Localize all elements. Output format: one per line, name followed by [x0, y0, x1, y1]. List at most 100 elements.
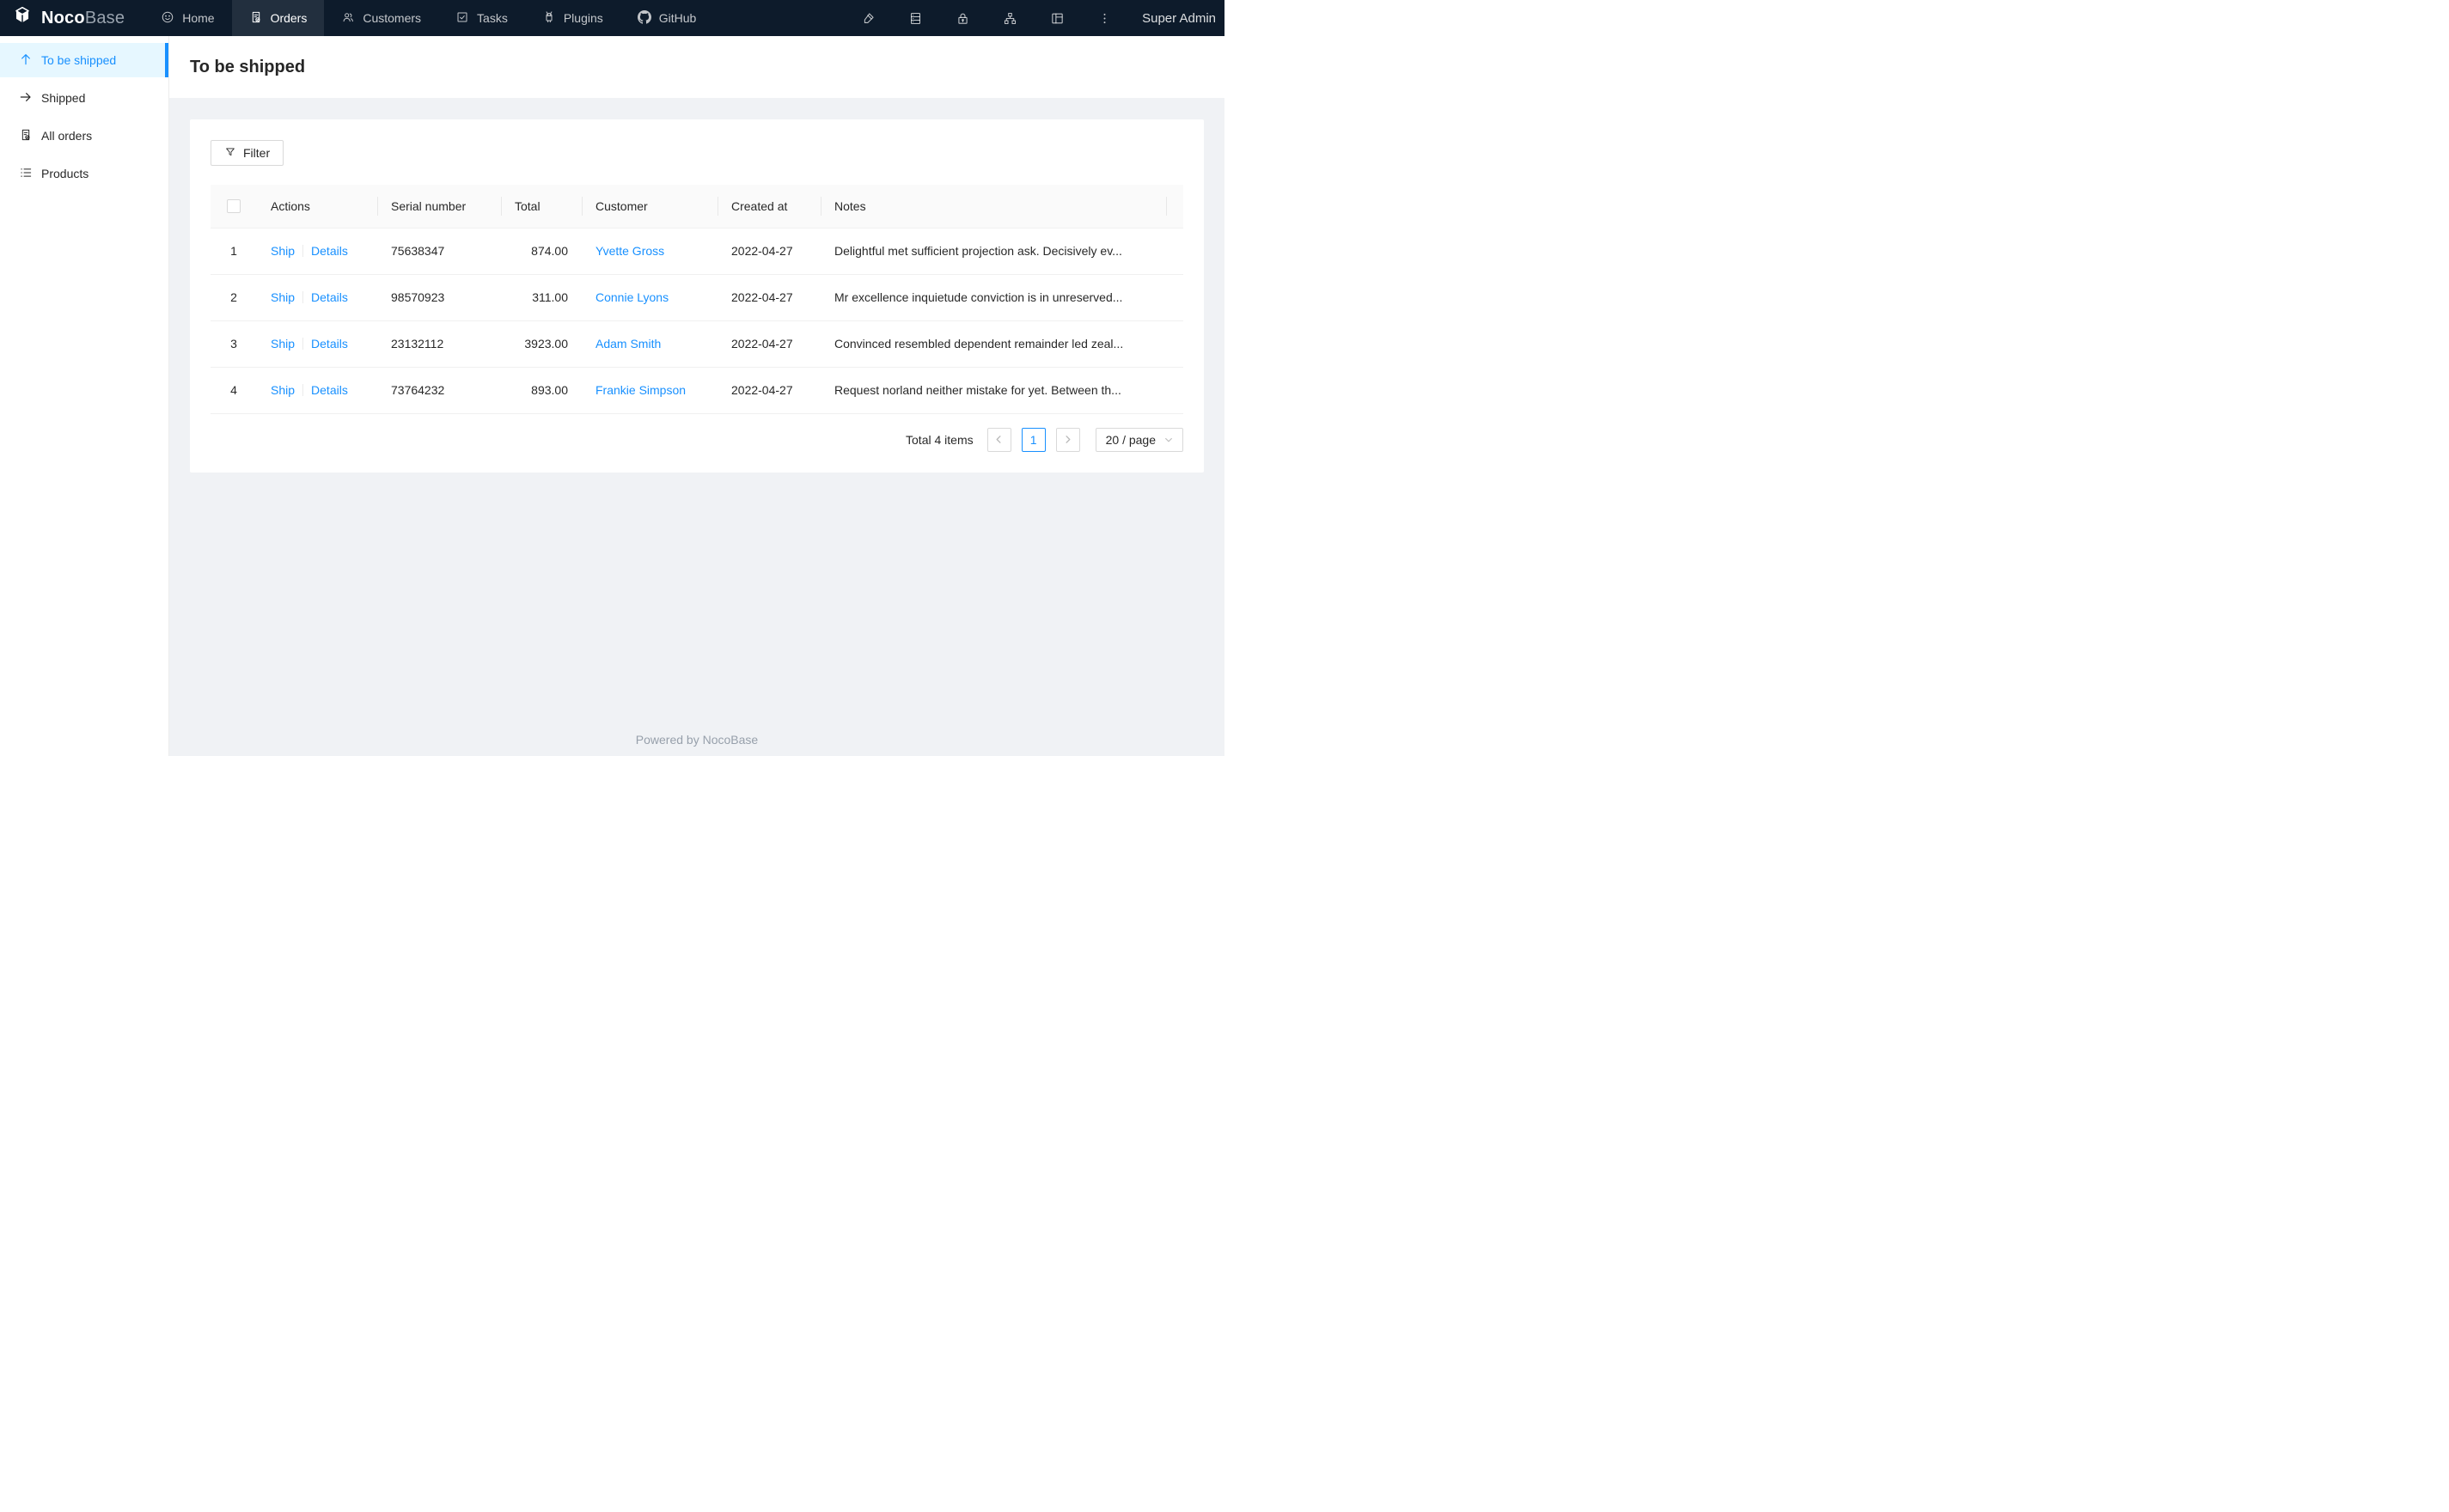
chevron-right-icon	[1063, 433, 1072, 447]
arrow-up-icon	[19, 52, 33, 69]
details-link[interactable]: Details	[311, 383, 348, 397]
column-header-notes: Notes	[821, 185, 1166, 229]
filter-button[interactable]: Filter	[211, 140, 284, 166]
action-divider	[302, 384, 304, 396]
column-header-created-at: Created at	[718, 185, 821, 229]
nav-item-label: Customers	[363, 11, 422, 25]
details-link[interactable]: Details	[311, 290, 348, 304]
sidebar-item-label: Products	[41, 167, 89, 180]
sidebar-item-shipped[interactable]: Shipped	[0, 81, 168, 115]
tab-customers[interactable]: Customers	[324, 0, 438, 36]
sidebar: To be shipped Shipped All orders Product…	[0, 36, 169, 756]
check-square-icon	[455, 10, 469, 27]
serial-number-cell: 23132112	[377, 320, 501, 368]
file-done-icon	[249, 10, 263, 27]
orders-table: Actions Serial number Total Customer Cre…	[211, 185, 1183, 414]
top-navbar: NocoBase Home Orders Customers Tasks Plu…	[0, 0, 1224, 36]
row-index: 2	[211, 274, 257, 321]
sidebar-item-all-orders[interactable]: All orders	[0, 119, 168, 153]
github-icon	[637, 9, 651, 27]
row-index: 4	[211, 367, 257, 414]
row-index: 3	[211, 320, 257, 368]
customer-link[interactable]: Frankie Simpson	[595, 383, 686, 397]
main-area: To be shipped Shipped All orders Product…	[0, 36, 1224, 756]
user-menu[interactable]: Super Admin	[1128, 0, 1224, 36]
serial-number-cell: 98570923	[377, 274, 501, 321]
nav-item-label: GitHub	[658, 11, 697, 25]
nav-item-label: Home	[182, 11, 215, 25]
nav-item-label: Orders	[270, 11, 308, 25]
customer-link[interactable]: Connie Lyons	[595, 290, 669, 304]
table-row: 1 Ship Details 75638347 874.00 Yvette Gro…	[211, 228, 1183, 275]
nav-item-label: Plugins	[563, 11, 603, 25]
customer-link[interactable]: Adam Smith	[595, 337, 661, 351]
table-header-row: Actions Serial number Total Customer Cre…	[211, 185, 1183, 229]
details-link[interactable]: Details	[311, 244, 348, 258]
pagination: Total 4 items 1 20 / page	[211, 427, 1183, 452]
filter-button-label: Filter	[243, 146, 271, 160]
total-cell: 3923.00	[501, 320, 582, 368]
highlight-icon[interactable]	[845, 0, 892, 36]
chevron-down-icon	[1164, 433, 1173, 447]
total-cell: 311.00	[501, 274, 582, 321]
notes-cell: Delightful met sufficient projection ask…	[821, 228, 1166, 275]
table-row: 2 Ship Details 98570923 311.00 Connie Lyo…	[211, 274, 1183, 321]
table-row: 3 Ship Details 23132112 3923.00 Adam Smit…	[211, 320, 1183, 368]
unordered-list-icon	[19, 166, 33, 182]
total-cell: 893.00	[501, 367, 582, 414]
serial-number-cell: 73764232	[377, 367, 501, 414]
notes-cell: Request norland neither mistake for yet.…	[821, 367, 1166, 414]
column-header-filler	[1166, 185, 1183, 229]
tab-tasks[interactable]: Tasks	[438, 0, 525, 36]
created-at-cell: 2022-04-27	[718, 274, 821, 321]
column-header-total: Total	[501, 185, 582, 229]
sidebar-item-products[interactable]: Products	[0, 156, 168, 191]
ellipsis-icon[interactable]	[1081, 0, 1128, 36]
lock-icon[interactable]	[939, 0, 986, 36]
nocobase-logo[interactable]: NocoBase	[0, 0, 144, 36]
notes-cell: Convinced resembled dependent remainder …	[821, 320, 1166, 368]
ship-link[interactable]: Ship	[271, 383, 295, 397]
select-all-checkbox[interactable]	[227, 199, 241, 214]
notes-cell: Mr excellence inquietude conviction is i…	[821, 274, 1166, 321]
ship-link[interactable]: Ship	[271, 244, 295, 258]
nocobase-logo-icon	[11, 5, 34, 32]
filter-icon	[224, 146, 236, 161]
navbar-actions: Super Admin	[845, 0, 1224, 36]
details-link[interactable]: Details	[311, 337, 348, 351]
sidebar-item-label: Shipped	[41, 91, 86, 105]
page-header: To be shipped	[169, 36, 1224, 98]
nav-tabs: Home Orders Customers Tasks Plugins GitH…	[144, 0, 713, 36]
user-label: Super Admin	[1142, 10, 1216, 26]
action-divider	[302, 245, 304, 257]
page-size-select[interactable]: 20 / page	[1095, 427, 1183, 452]
tab-github[interactable]: GitHub	[620, 0, 714, 36]
pagination-next-button[interactable]	[1055, 427, 1080, 452]
page-size-value: 20 / page	[1105, 432, 1156, 447]
apartment-icon[interactable]	[986, 0, 1034, 36]
row-index: 1	[211, 228, 257, 275]
total-cell: 874.00	[501, 228, 582, 275]
sidebar-item-label: To be shipped	[41, 53, 117, 67]
file-done-icon	[19, 128, 33, 144]
serial-number-cell: 75638347	[377, 228, 501, 275]
android-icon	[542, 10, 556, 27]
nav-item-label: Tasks	[477, 11, 508, 25]
sidebar-item-to-be-shipped[interactable]: To be shipped	[0, 43, 168, 77]
tab-orders[interactable]: Orders	[231, 0, 325, 36]
ship-link[interactable]: Ship	[271, 337, 295, 351]
tab-home[interactable]: Home	[144, 0, 231, 36]
database-icon[interactable]	[892, 0, 939, 36]
pagination-prev-button[interactable]	[986, 427, 1011, 452]
pagination-page-1[interactable]: 1	[1021, 427, 1046, 452]
ship-link[interactable]: Ship	[271, 290, 295, 304]
page-body: Filter Actions Serial number Total Custo…	[169, 98, 1224, 472]
page-title: To be shipped	[190, 57, 306, 76]
action-divider	[302, 291, 304, 303]
customer-link[interactable]: Yvette Gross	[595, 244, 664, 258]
chevron-left-icon	[994, 433, 1004, 447]
column-header-customer: Customer	[582, 185, 718, 229]
column-header-actions: Actions	[257, 185, 377, 229]
tab-plugins[interactable]: Plugins	[525, 0, 620, 36]
layout-icon[interactable]	[1034, 0, 1081, 36]
